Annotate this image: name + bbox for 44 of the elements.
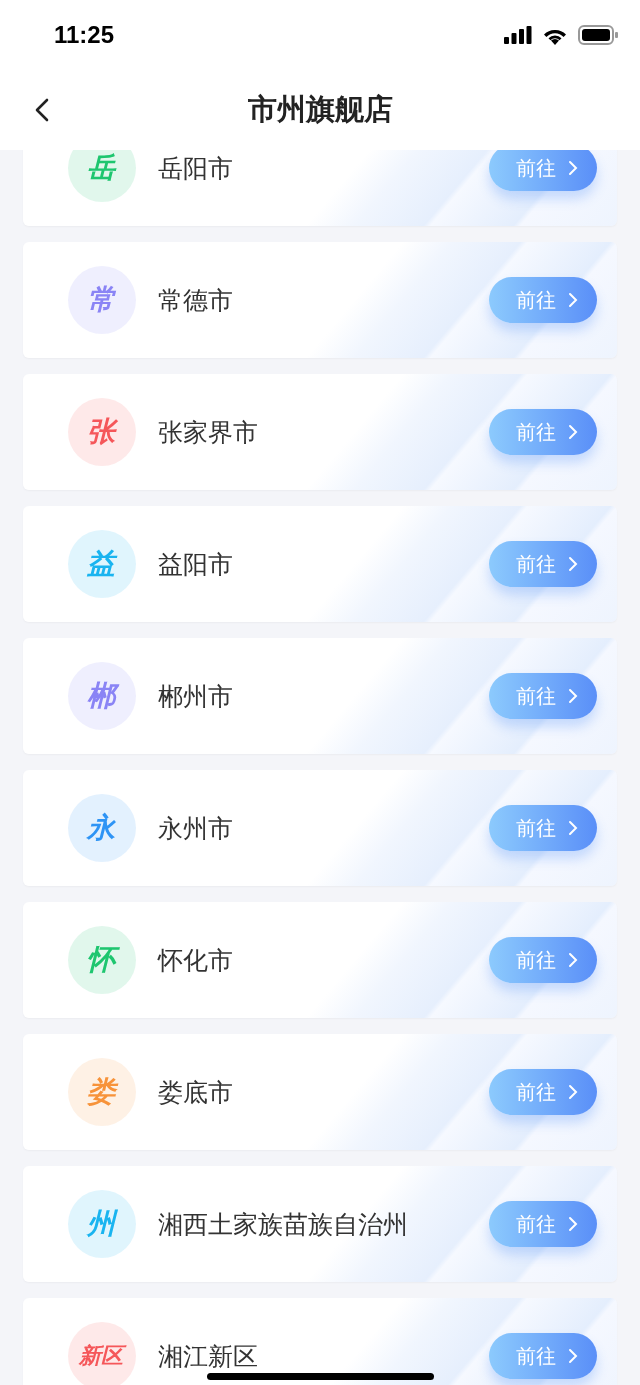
badge-glyph: 新区 xyxy=(76,1343,128,1369)
chevron-right-icon xyxy=(568,952,578,968)
go-button[interactable]: 前往 xyxy=(489,1069,597,1115)
city-name: 益阳市 xyxy=(158,548,234,581)
badge-glyph: 娄 xyxy=(84,1075,120,1109)
chevron-right-icon xyxy=(568,556,578,572)
go-button[interactable]: 前往 xyxy=(489,937,597,983)
chevron-right-icon xyxy=(568,1084,578,1100)
city-name: 常德市 xyxy=(158,284,234,317)
go-button[interactable]: 前往 xyxy=(489,277,597,323)
chevron-right-icon xyxy=(568,1216,578,1232)
signal-icon xyxy=(504,26,532,44)
chevron-right-icon xyxy=(568,820,578,836)
go-button[interactable]: 前往 xyxy=(489,805,597,851)
city-name: 郴州市 xyxy=(158,680,234,713)
page-title: 市州旗舰店 xyxy=(247,91,393,128)
city-name: 岳阳市 xyxy=(158,152,234,185)
badge-glyph: 岳 xyxy=(86,151,118,185)
city-name: 怀化市 xyxy=(158,944,234,977)
battery-icon xyxy=(578,25,618,45)
chevron-right-icon xyxy=(568,1348,578,1364)
badge-glyph: 张 xyxy=(84,415,120,449)
city-name: 湘江新区 xyxy=(158,1340,259,1373)
badge-glyph: 常 xyxy=(86,283,117,317)
badge-glyph: 州 xyxy=(84,1207,120,1241)
chevron-right-icon xyxy=(568,292,578,308)
badge-glyph: 永 xyxy=(85,811,117,845)
chevron-right-icon xyxy=(568,688,578,704)
go-button[interactable]: 前往 xyxy=(489,409,597,455)
city-name: 永州市 xyxy=(158,812,234,845)
chevron-right-icon xyxy=(568,424,578,440)
city-name: 张家界市 xyxy=(158,416,259,449)
chevron-right-icon xyxy=(568,160,578,176)
go-button[interactable]: 前往 xyxy=(489,150,597,191)
badge-glyph: 郴 xyxy=(84,679,120,713)
city-name: 娄底市 xyxy=(158,1076,234,1109)
status-time: 11:25 xyxy=(54,21,115,49)
go-button[interactable]: 前往 xyxy=(489,673,597,719)
go-button[interactable]: 前往 xyxy=(489,1201,597,1247)
city-name: 湘西土家族苗族自治州 xyxy=(158,1208,409,1241)
badge-glyph: 怀 xyxy=(84,943,120,977)
go-button[interactable]: 前往 xyxy=(489,541,597,587)
go-button[interactable]: 前往 xyxy=(489,1333,597,1379)
badge-glyph: 益 xyxy=(84,547,120,581)
